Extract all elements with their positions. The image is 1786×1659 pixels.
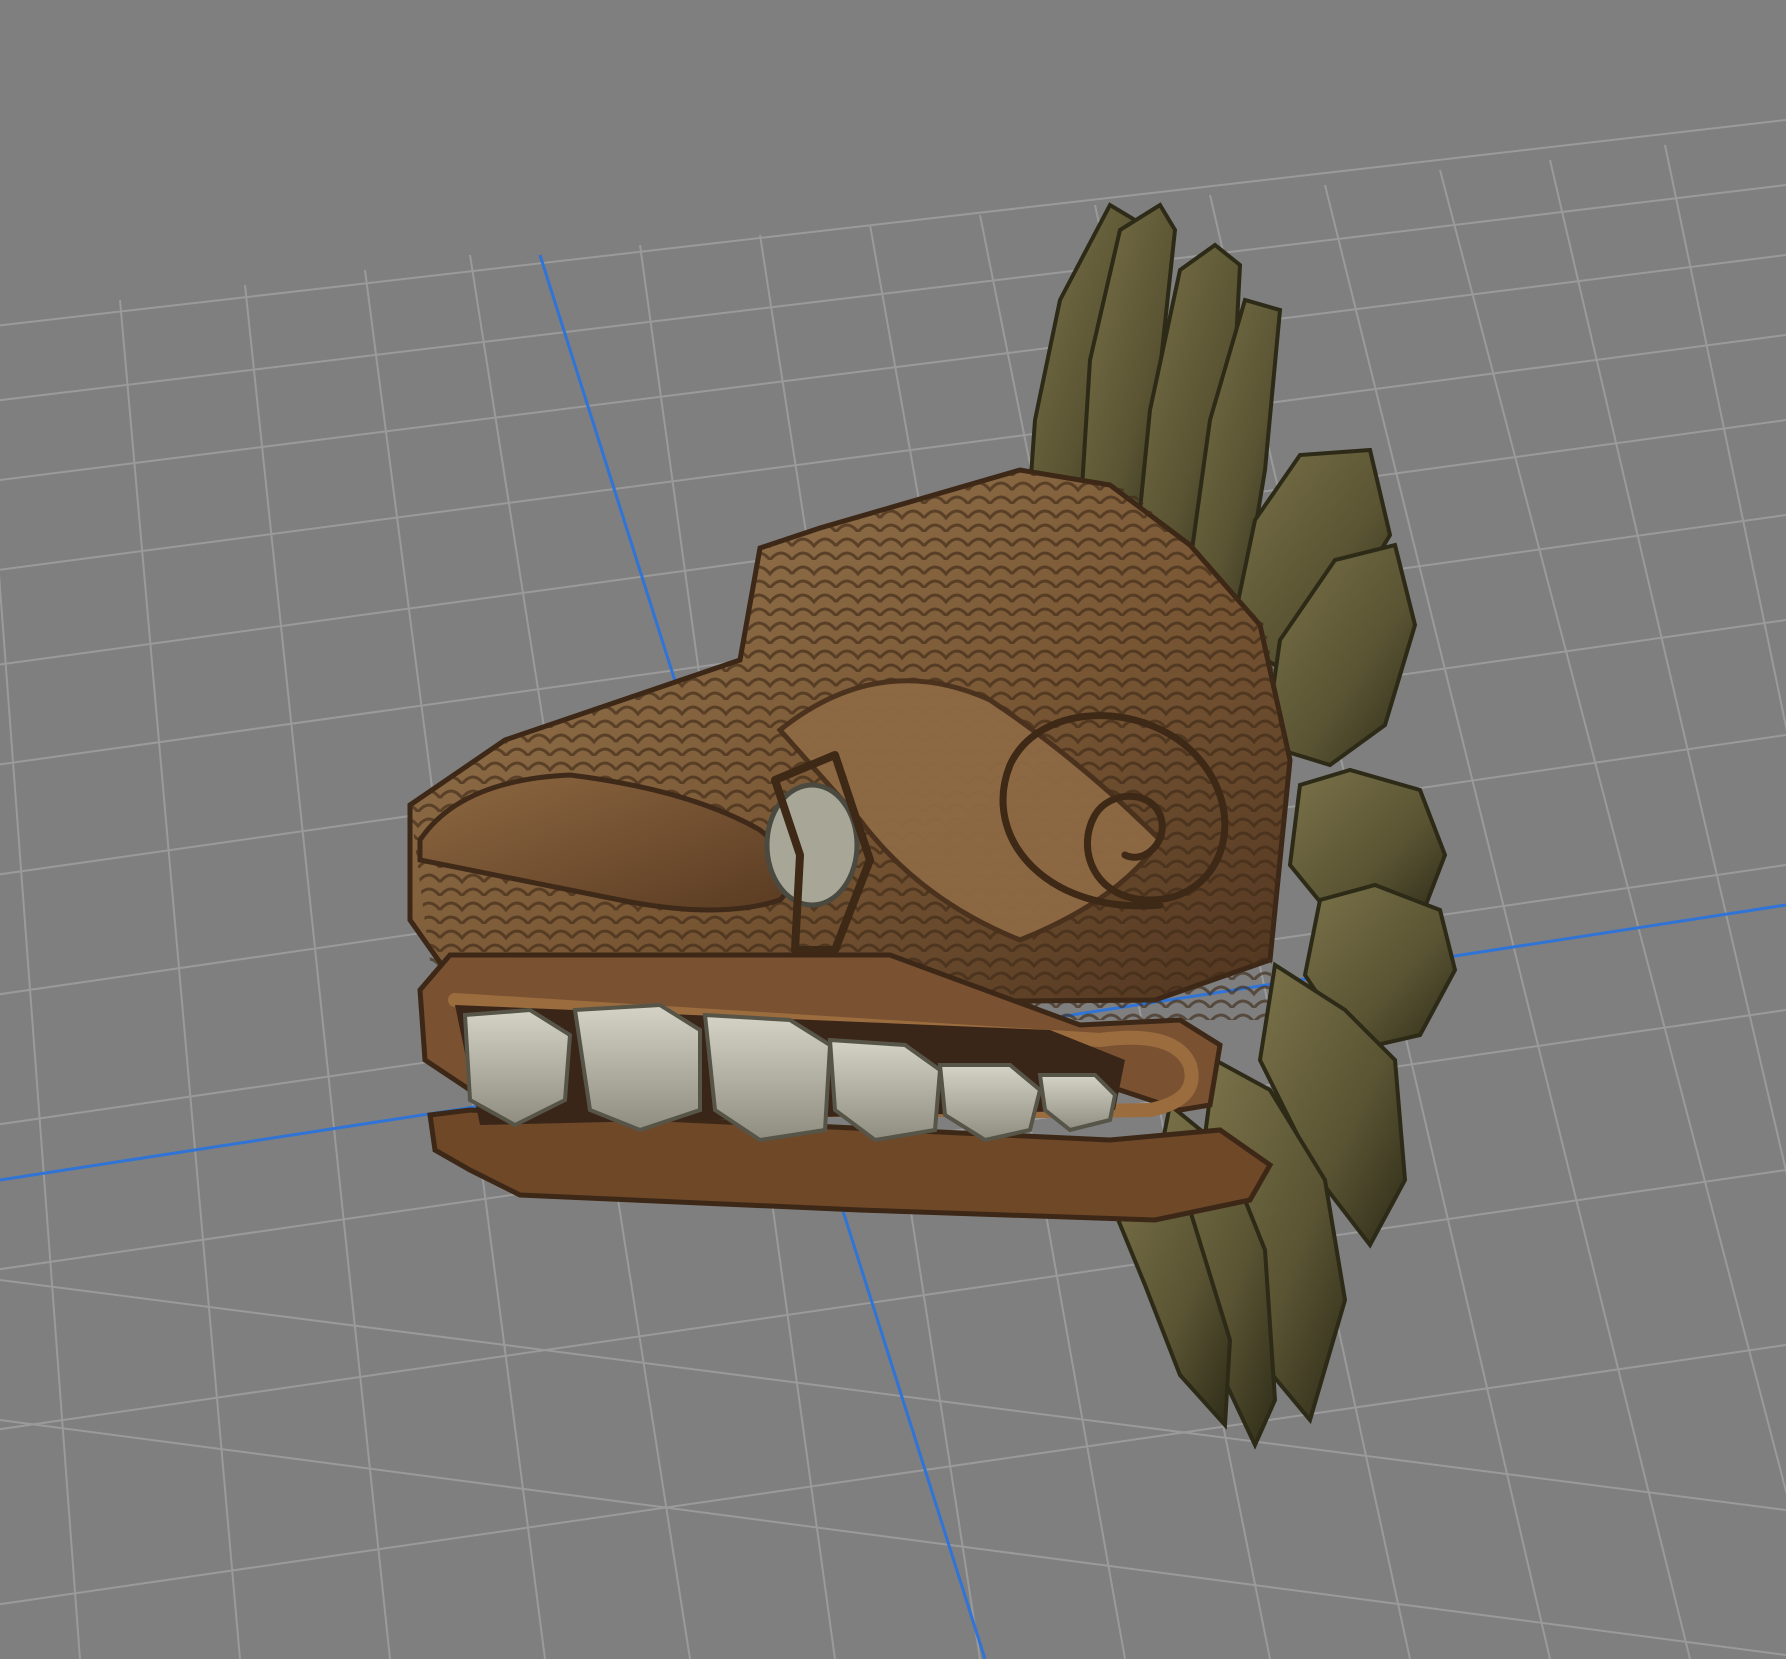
lower-jaw [427, 1107, 1274, 1223]
grid-line [0, 1419, 1786, 1656]
tooth [937, 1063, 1043, 1143]
grid-line [1664, 144, 1786, 732]
grid-line [0, 1344, 1786, 1606]
3d-viewport[interactable] [0, 0, 1786, 1659]
grid-line [244, 284, 391, 1659]
viewport-scene[interactable] [0, 0, 1786, 1659]
grid-line [0, 119, 1786, 327]
tooth [572, 1002, 702, 1133]
tooth [1037, 1073, 1118, 1133]
grid-line [0, 574, 81, 1659]
grid-line [119, 299, 241, 1659]
serpent-head-model[interactable] [407, 202, 1458, 1450]
